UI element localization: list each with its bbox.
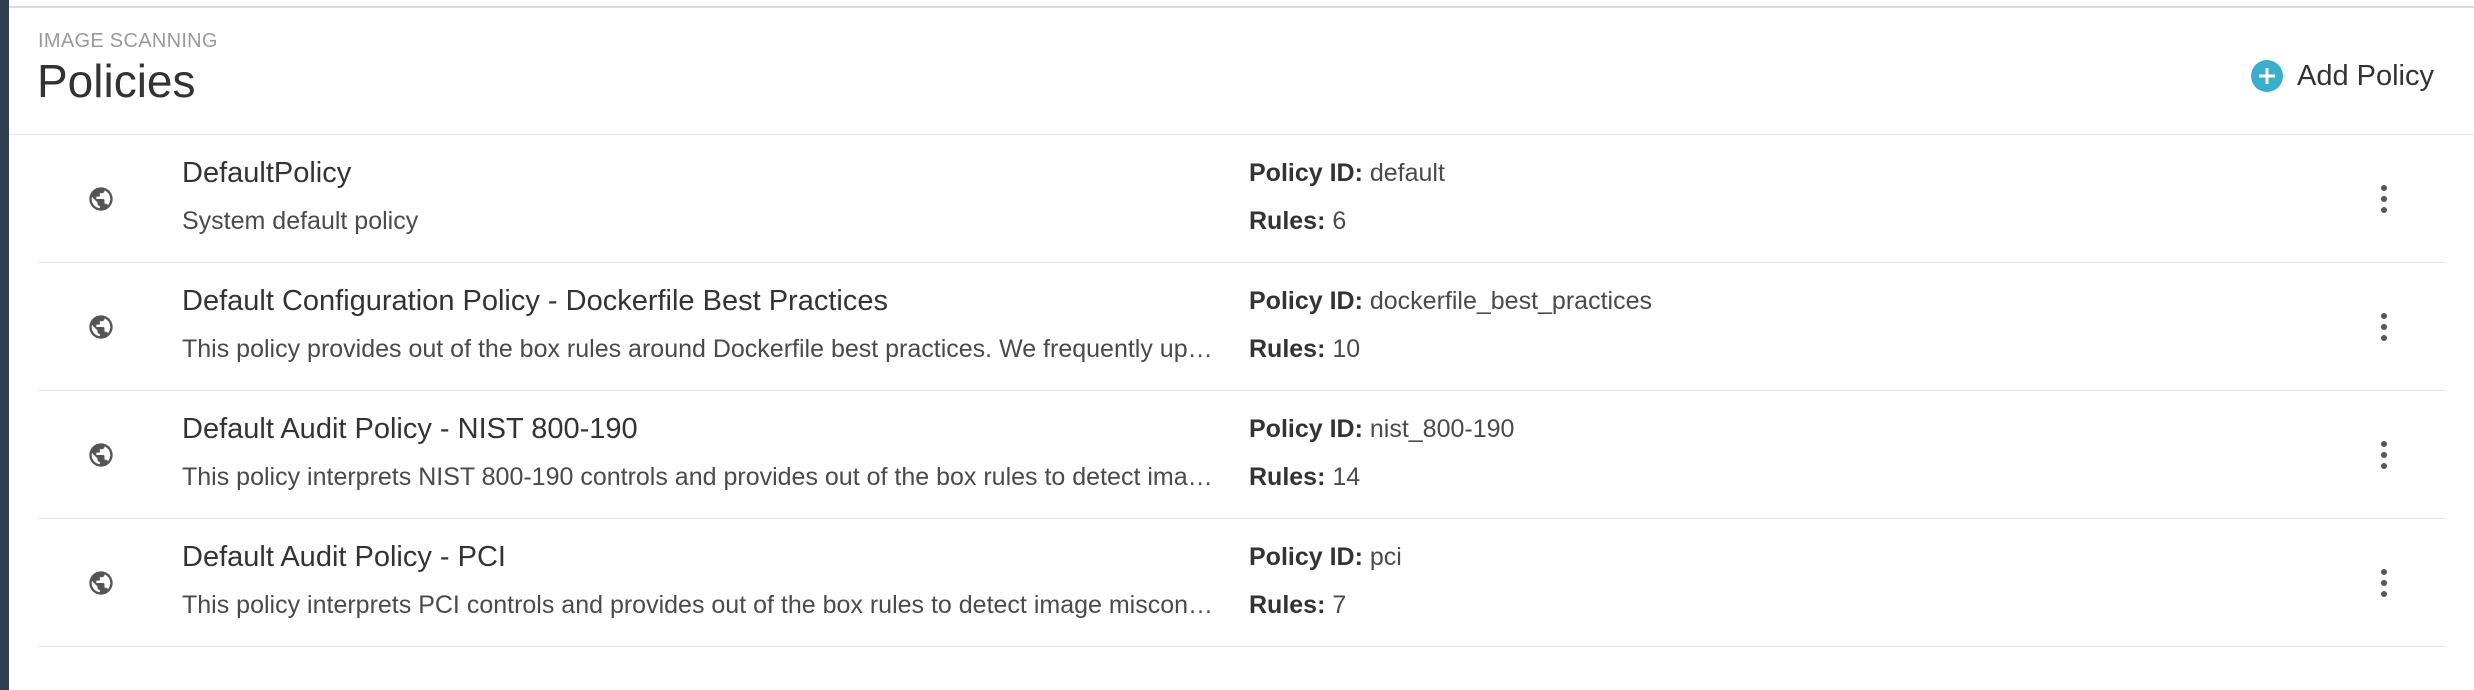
plus-circle-icon: [2250, 60, 2283, 92]
policy-id: Policy ID: pci: [1249, 543, 1402, 572]
globe-icon: [89, 186, 113, 211]
kebab-menu-icon[interactable]: [2374, 179, 2394, 219]
kebab-menu-icon[interactable]: [2374, 563, 2394, 603]
policy-rules-label: Rules:: [1249, 463, 1326, 491]
policy-rules-value: 10: [1332, 335, 1361, 363]
policy-row[interactable]: Default Audit Policy - PCI This policy i…: [38, 519, 2446, 647]
policy-description: This policy interprets NIST 800-190 cont…: [182, 463, 1213, 491]
policy-rules-value: 6: [1332, 207, 1347, 235]
policy-name[interactable]: Default Audit Policy - PCI: [182, 541, 506, 574]
policy-row[interactable]: Default Audit Policy - NIST 800-190 This…: [38, 391, 2446, 519]
add-policy-label: Add Policy: [2296, 59, 2434, 92]
policy-id-value: pci: [1369, 543, 1402, 571]
policy-rules: Rules: 6: [1249, 207, 1346, 236]
add-policy-button[interactable]: Add Policy: [2250, 54, 2434, 98]
policy-rules: Rules: 10: [1249, 335, 1360, 364]
policy-rules-label: Rules:: [1249, 591, 1326, 619]
kebab-menu-icon[interactable]: [2374, 307, 2394, 347]
breadcrumb: IMAGE SCANNING: [38, 30, 218, 52]
globe-icon: [89, 570, 113, 595]
policy-rules-label: Rules:: [1249, 335, 1326, 363]
policy-rules: Rules: 14: [1249, 463, 1360, 492]
policy-list: DefaultPolicy System default policy Poli…: [38, 135, 2446, 647]
policy-id-value: dockerfile_best_practices: [1369, 287, 1652, 315]
policy-id: Policy ID: default: [1249, 159, 1445, 188]
policy-row[interactable]: Default Configuration Policy - Dockerfil…: [38, 263, 2446, 391]
policy-rules-label: Rules:: [1249, 207, 1326, 235]
policy-id-value: nist_800-190: [1369, 415, 1515, 443]
policy-name[interactable]: Default Audit Policy - NIST 800-190: [182, 413, 638, 446]
policy-id-value: default: [1369, 159, 1445, 187]
policy-row[interactable]: DefaultPolicy System default policy Poli…: [38, 135, 2446, 263]
page-header: IMAGE SCANNING Policies Add Policy: [9, 8, 2474, 135]
app-sidebar-edge: [0, 0, 9, 690]
globe-icon: [89, 442, 113, 467]
policy-rules: Rules: 7: [1249, 591, 1346, 620]
policy-description: This policy provides out of the box rule…: [182, 335, 1213, 363]
policy-id-label: Policy ID:: [1249, 415, 1363, 443]
policy-description: This policy interprets PCI controls and …: [182, 591, 1214, 619]
policy-name[interactable]: Default Configuration Policy - Dockerfil…: [182, 285, 888, 318]
policy-id: Policy ID: dockerfile_best_practices: [1249, 287, 1652, 316]
policy-name[interactable]: DefaultPolicy: [182, 157, 351, 190]
policy-rules-value: 14: [1332, 463, 1361, 491]
globe-icon: [89, 314, 113, 339]
policy-rules-value: 7: [1332, 591, 1347, 619]
policy-id: Policy ID: nist_800-190: [1249, 415, 1514, 444]
policy-id-label: Policy ID:: [1249, 543, 1363, 571]
page-title: Policies: [37, 55, 196, 107]
policy-id-label: Policy ID:: [1249, 159, 1363, 187]
policy-id-label: Policy ID:: [1249, 287, 1363, 315]
kebab-menu-icon[interactable]: [2374, 435, 2394, 475]
policy-description: System default policy: [182, 207, 419, 235]
